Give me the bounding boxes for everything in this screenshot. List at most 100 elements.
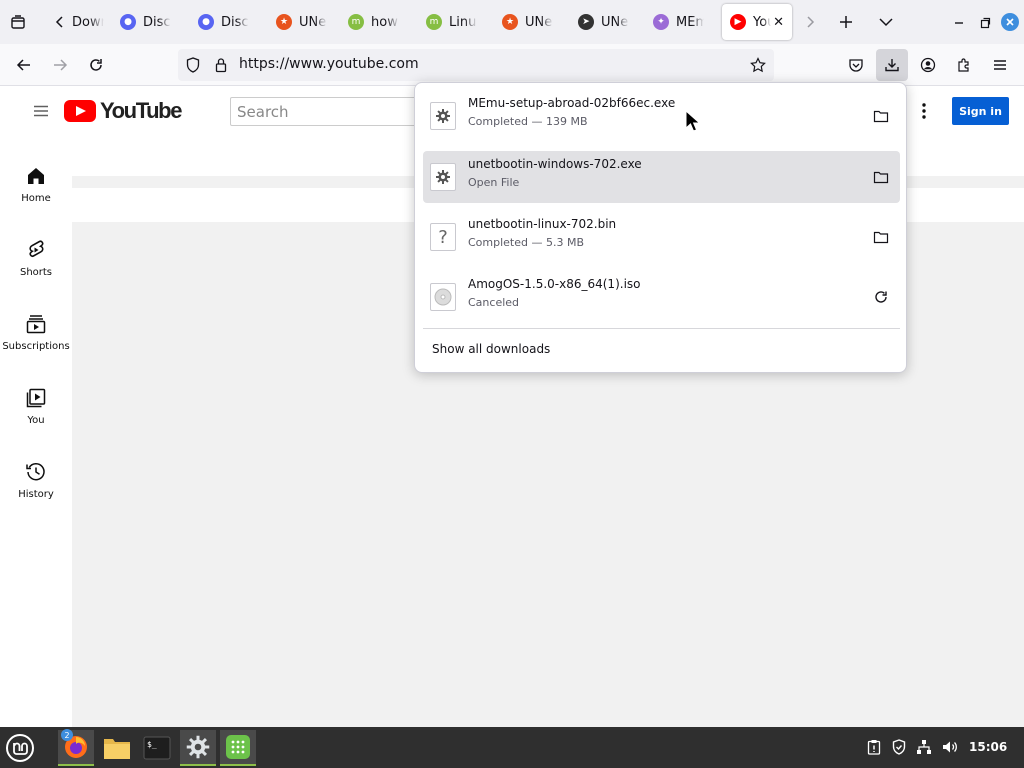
account-icon[interactable] [918,55,938,75]
svg-text:$_: $_ [147,740,157,749]
tab-title: MEmu [676,14,704,30]
folder-icon[interactable] [870,226,892,248]
tab-scroll-right-icon[interactable] [802,12,818,32]
lock-icon[interactable] [212,56,230,74]
clipboard-tray-icon[interactable] [864,737,884,757]
download-item[interactable]: MEmu-setup-abroad-02bf66ec.exe Completed… [423,90,900,142]
url-bar[interactable]: https://www.youtube.com [178,49,774,81]
sidebar-label: Subscriptions [2,341,70,352]
network-tray-icon[interactable] [914,737,934,757]
linuxmint-favicon-icon: m [426,14,442,30]
terminal-icon[interactable]: $_ [139,730,175,766]
tab-title: UNetbootin [299,14,327,30]
youtube-search-input[interactable] [231,98,419,125]
youtube-search-box[interactable] [230,97,420,126]
tab-title: Linux Mint [449,14,477,30]
list-all-tabs-icon[interactable] [876,12,896,32]
youtube-favicon-icon: ▶ [730,14,746,30]
download-item[interactable]: ? unetbootin-linux-702.bin Completed — 5… [423,211,900,263]
download-status: Open File [468,176,520,189]
sidebar-label: Shorts [19,267,53,278]
sidebar-item-home[interactable]: Home [0,164,72,224]
app-menu-icon[interactable] [990,55,1010,75]
clock[interactable]: 15:06 [969,740,1007,754]
extensions-icon[interactable] [954,55,974,75]
tab[interactable]: m how to [340,4,414,40]
panel-separator [423,328,900,329]
tab[interactable]: ➤ UNetbootin [570,4,640,40]
downloads-panel: MEmu-setup-abroad-02bf66ec.exe Completed… [414,82,907,373]
close-tab-icon[interactable]: ✕ [773,15,784,30]
settings-taskbar-icon[interactable] [180,730,216,766]
taskbar: 2 $_ 15:06 [0,727,1024,768]
download-item[interactable]: AmogOS-1.5.0-x86_64(1).iso Canceled [423,271,900,323]
sign-in-button[interactable]: Sign in [952,97,1009,125]
tab-title: UNetbootin [525,14,553,30]
reload-icon[interactable] [86,55,106,75]
subscriptions-icon [24,312,48,336]
download-item[interactable]: unetbootin-windows-702.exe Open File [423,151,900,203]
download-filename: unetbootin-linux-702.bin [468,217,617,231]
tab-title: how to [371,14,399,30]
unetbootin-favicon-icon: ★ [502,14,518,30]
youtube-sidebar: Home Shorts Subscriptions You History [0,136,72,727]
bookmark-star-icon[interactable] [749,56,767,74]
folder-icon[interactable] [870,166,892,188]
tab-title: Discord [143,14,171,30]
maximize-icon[interactable] [976,14,994,32]
close-window-icon[interactable] [1001,13,1019,31]
youtube-brand[interactable]: YouTube [100,98,182,124]
shield-tray-icon[interactable] [889,737,909,757]
tab-overview-icon[interactable] [8,12,28,32]
sidebar-label: You [27,415,45,426]
back-icon[interactable] [14,55,34,75]
sidebar-label: Home [21,193,51,204]
download-status: Completed — 5.3 MB [468,236,585,249]
download-filename: unetbootin-windows-702.exe [468,157,642,171]
tracking-protection-icon[interactable] [184,56,202,74]
tab[interactable]: Downloads [64,4,110,40]
tab[interactable]: ★ UNetbootin [494,4,566,40]
tab-title: YouTube [753,14,771,30]
download-status: Completed — 139 MB [468,115,588,128]
discord-favicon-icon: ● [198,14,214,30]
tab-active[interactable]: ▶ YouTube✕ [722,4,792,40]
mint-menu-icon[interactable] [2,730,38,766]
download-filename: AmogOS-1.5.0-x86_64(1).iso [468,277,641,291]
files-icon[interactable] [99,730,135,766]
rocket-favicon-icon: ➤ [578,14,594,30]
url-text[interactable]: https://www.youtube.com [239,56,419,72]
tab[interactable]: ● Discord [112,4,186,40]
sidebar-item-history[interactable]: History [0,460,72,520]
pocket-icon[interactable] [846,55,866,75]
tab-title: UNetbootin [601,14,629,30]
sidebar-item-shorts[interactable]: Shorts [0,238,72,298]
tab-title: Discord [221,14,249,30]
sidebar-item-subscriptions[interactable]: Subscriptions [0,312,72,372]
tab[interactable]: ● Discord [190,4,264,40]
youtube-logo-icon[interactable] [64,100,96,122]
tab[interactable]: m Linux Mint [418,4,490,40]
you-icon [24,386,48,410]
linuxmint-favicon-icon: m [348,14,364,30]
volume-tray-icon[interactable] [940,737,960,757]
tab[interactable]: ★ UNetbootin [268,4,336,40]
unknown-file-icon: ? [430,223,456,251]
app-grid-taskbar-icon[interactable] [220,730,256,766]
tab[interactable]: ✦ MEmu [645,4,717,40]
sidebar-item-you[interactable]: You [0,386,72,446]
show-all-downloads-link[interactable]: Show all downloads [432,342,550,356]
download-icon [882,55,902,75]
folder-icon[interactable] [870,105,892,127]
retry-icon[interactable] [870,286,892,308]
download-status: Canceled [468,296,520,309]
unetbootin-favicon-icon: ★ [276,14,292,30]
more-options-icon[interactable] [914,101,934,121]
forward-icon[interactable] [50,55,70,75]
memu-favicon-icon: ✦ [653,14,669,30]
minimize-icon[interactable] [950,14,968,32]
new-tab-icon[interactable] [836,12,856,32]
shorts-icon [24,238,48,262]
guide-menu-icon[interactable] [32,102,50,120]
downloads-button[interactable] [876,49,908,81]
